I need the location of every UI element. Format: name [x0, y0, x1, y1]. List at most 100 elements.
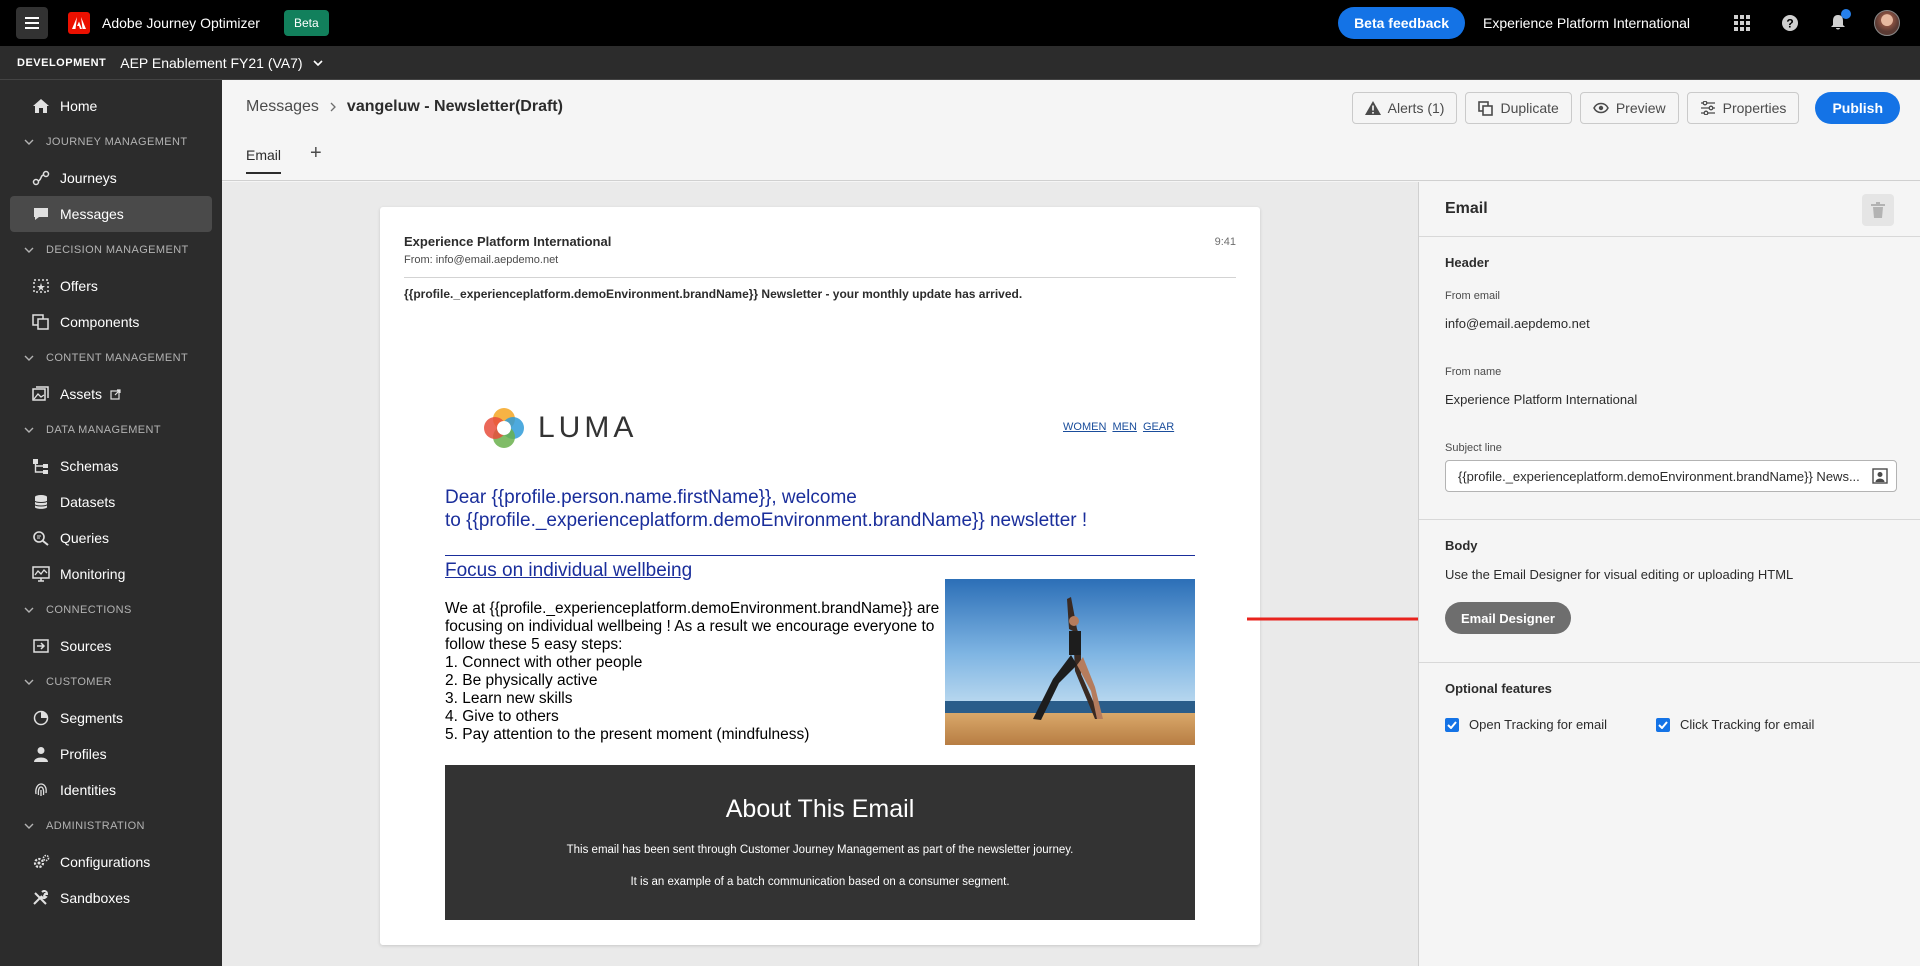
checkbox-checked-icon: [1656, 717, 1670, 732]
sidebar-item-components[interactable]: Components: [10, 304, 212, 340]
about-text: This email has been sent through Custome…: [566, 844, 1074, 856]
divider: [1419, 519, 1920, 520]
segments-icon: [32, 709, 50, 727]
eye-icon: [1592, 102, 1609, 114]
sidebar-item-messages[interactable]: Messages: [10, 196, 212, 232]
email-designer-button[interactable]: Email Designer: [1445, 602, 1571, 634]
hamburger-menu-button[interactable]: [16, 7, 48, 39]
chevron-down-icon: [24, 247, 34, 253]
section-connections[interactable]: CONNECTIONS: [0, 592, 222, 628]
nav-link-gear[interactable]: GEAR: [1143, 421, 1174, 433]
sidebar-item-home[interactable]: Home: [10, 88, 212, 124]
subject-line-field[interactable]: {{profile._experienceplatform.demoEnviro…: [1445, 460, 1897, 492]
about-text: It is an example of a batch communicatio…: [630, 876, 1010, 888]
publish-button[interactable]: Publish: [1815, 92, 1900, 124]
optional-features-title: Optional features: [1445, 681, 1552, 696]
personalization-icon[interactable]: [1872, 468, 1888, 484]
sidebar-item-label: Datasets: [60, 494, 116, 510]
luma-logo-text: LUMA: [538, 411, 638, 444]
email-sender: Experience Platform International: [404, 234, 612, 249]
section-data-management[interactable]: DATA MANAGEMENT: [0, 412, 222, 448]
help-icon[interactable]: ?: [1776, 9, 1804, 37]
sidebar-item-datasets[interactable]: Datasets: [10, 484, 212, 520]
email-body-text: We at {{profile._experienceplatform.demo…: [445, 600, 945, 744]
subject-line-label: Subject line: [1445, 442, 1502, 454]
properties-button[interactable]: Properties: [1686, 92, 1800, 124]
add-tab-button[interactable]: +: [310, 142, 322, 165]
sidebar-item-sources[interactable]: Sources: [10, 628, 212, 664]
section-decision-management[interactable]: DECISION MANAGEMENT: [0, 232, 222, 268]
sidebar-item-sandboxes[interactable]: Sandboxes: [10, 880, 212, 916]
app-switcher-icon[interactable]: [1728, 9, 1756, 37]
step-item: 2. Be physically active: [445, 672, 598, 689]
user-avatar[interactable]: [1874, 10, 1900, 36]
adobe-logo-icon[interactable]: [68, 12, 90, 34]
sandbox-switcher[interactable]: AEP Enablement FY21 (VA7): [120, 55, 302, 71]
user-icon: [32, 745, 50, 763]
chevron-down-icon[interactable]: [313, 59, 323, 66]
sidebar-item-label: Segments: [60, 710, 124, 726]
open-tracking-checkbox[interactable]: Open Tracking for email: [1445, 717, 1607, 732]
email-preview: Experience Platform International From: …: [380, 207, 1260, 945]
sidebar-item-configurations[interactable]: Configurations: [10, 844, 212, 880]
divider: [1419, 662, 1920, 663]
from-email-value: info@email.aepdemo.net: [1445, 316, 1590, 331]
properties-icon: [1700, 101, 1716, 115]
left-navigation: Home JOURNEY MANAGEMENT Journeys Message…: [0, 80, 222, 966]
sidebar-item-queries[interactable]: Queries: [10, 520, 212, 556]
section-content-management[interactable]: CONTENT MANAGEMENT: [0, 340, 222, 376]
checkbox-checked-icon: [1445, 717, 1459, 732]
section-administration[interactable]: ADMINISTRATION: [0, 808, 222, 844]
sidebar-item-label: Queries: [60, 530, 110, 546]
sidebar-item-label: Sandboxes: [60, 890, 131, 906]
click-tracking-label: Click Tracking for email: [1680, 717, 1815, 732]
schemas-icon: [32, 457, 50, 475]
chevron-down-icon: [24, 355, 34, 361]
click-tracking-checkbox[interactable]: Click Tracking for email: [1656, 717, 1814, 732]
delete-button[interactable]: [1862, 194, 1894, 226]
tab-email[interactable]: Email: [246, 147, 282, 174]
beta-feedback-button[interactable]: Beta feedback: [1338, 7, 1465, 39]
tools-icon: [32, 889, 50, 907]
section-customer[interactable]: CUSTOMER: [0, 664, 222, 700]
sidebar-item-journeys[interactable]: Journeys: [10, 160, 212, 196]
sidebar-item-label: Assets: [60, 386, 103, 402]
sidebar-item-monitoring[interactable]: Monitoring: [10, 556, 212, 592]
chevron-down-icon: [24, 679, 34, 685]
chevron-down-icon: [24, 427, 34, 433]
sidebar-item-label: Profiles: [60, 746, 107, 762]
preview-button[interactable]: Preview: [1579, 92, 1679, 124]
nav-link-men[interactable]: MEN: [1112, 421, 1136, 433]
components-icon: [32, 313, 50, 331]
step-item: 4. Give to others: [445, 708, 559, 725]
external-link-icon: [110, 388, 121, 400]
divider: [445, 555, 1195, 556]
sidebar-item-label: Schemas: [60, 458, 119, 474]
notifications-bell-icon[interactable]: [1824, 9, 1852, 37]
sidebar-item-offers[interactable]: Offers: [10, 268, 212, 304]
page-title: vangeluw - Newsletter(Draft): [346, 98, 563, 115]
sidebar-item-label: Monitoring: [60, 566, 126, 582]
nav-link-women[interactable]: WOMEN: [1063, 421, 1106, 433]
step-item: 3. Learn new skills: [445, 690, 573, 707]
duplicate-button[interactable]: Duplicate: [1465, 92, 1572, 124]
notification-dot: [1841, 9, 1851, 19]
trash-icon: [1871, 202, 1885, 218]
sidebar-item-segments[interactable]: Segments: [10, 700, 212, 736]
sidebar-item-assets[interactable]: Assets: [10, 376, 212, 412]
org-switcher[interactable]: Experience Platform International: [1483, 15, 1690, 31]
sidebar-item-profiles[interactable]: Profiles: [10, 736, 212, 772]
sidebar-item-identities[interactable]: Identities: [10, 772, 212, 808]
breadcrumb-messages-link[interactable]: Messages: [246, 98, 319, 116]
greeting-line-2: to {{profile._experienceplatform.demoEnv…: [445, 510, 1088, 531]
alerts-button[interactable]: Alerts (1): [1351, 92, 1458, 124]
section-label: DECISION MANAGEMENT: [46, 244, 189, 256]
email-subject: {{profile._experienceplatform.demoEnviro…: [404, 287, 1023, 301]
offers-icon: [32, 277, 50, 295]
sidebar-item-label: Configurations: [60, 854, 151, 870]
message-icon: [32, 205, 50, 223]
top-bar: Adobe Journey Optimizer Beta Beta feedba…: [0, 0, 1920, 46]
section-journey-management[interactable]: JOURNEY MANAGEMENT: [0, 124, 222, 160]
sidebar-item-schemas[interactable]: Schemas: [10, 448, 212, 484]
open-tracking-label: Open Tracking for email: [1469, 717, 1608, 732]
